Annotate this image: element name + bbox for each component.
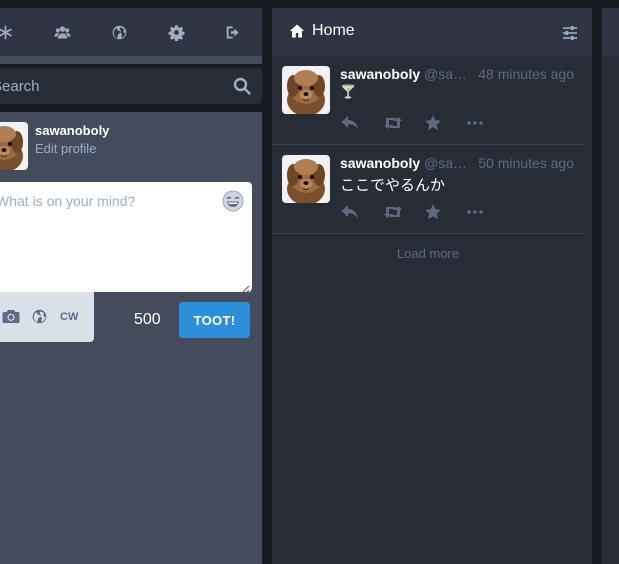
- compose-form: [0, 182, 252, 294]
- status-handle[interactable]: @sawanoboly: [424, 66, 472, 82]
- edit-profile-link[interactable]: Edit profile: [35, 141, 96, 156]
- users-icon[interactable]: [52, 22, 72, 42]
- avatar[interactable]: [282, 66, 330, 114]
- emoji-picker-icon[interactable]: [222, 190, 244, 212]
- search-bar: [0, 64, 262, 112]
- status-handle[interactable]: @sawanoboly: [424, 155, 472, 171]
- status-timestamp[interactable]: 48 minutes ago: [478, 66, 574, 82]
- more-options-ellipsis-icon[interactable]: [464, 203, 486, 221]
- sign-out-icon[interactable]: [223, 22, 243, 42]
- asterisk-icon[interactable]: [0, 22, 15, 42]
- column-settings-sliders-icon[interactable]: [561, 24, 579, 42]
- globe-icon[interactable]: [109, 22, 129, 42]
- left-nav-bar: [0, 8, 262, 56]
- content-warning-button[interactable]: CW: [60, 311, 78, 323]
- home-column-header[interactable]: Home: [272, 8, 592, 56]
- reply-icon[interactable]: [339, 203, 361, 221]
- toot-button[interactable]: TOOT!: [179, 302, 250, 338]
- favourite-star-icon[interactable]: [422, 203, 444, 221]
- status-display-name[interactable]: sawanoboly: [340, 66, 420, 82]
- favourite-star-icon[interactable]: [422, 114, 444, 132]
- gear-icon[interactable]: [166, 22, 186, 42]
- status-item[interactable]: sawanoboly @sawanoboly 50 minutes ago ここ…: [272, 145, 584, 234]
- next-column-partial: [602, 8, 619, 564]
- boost-icon[interactable]: [382, 114, 404, 132]
- character-counter: 500: [134, 311, 161, 328]
- status-content: 🍸: [340, 85, 357, 100]
- resize-grip-icon[interactable]: [241, 281, 250, 294]
- home-icon: [289, 23, 305, 39]
- more-options-ellipsis-icon[interactable]: [464, 114, 486, 132]
- boost-icon[interactable]: [382, 203, 404, 221]
- home-column: Home sawanoboly @sawanoboly 48 minutes a…: [272, 8, 592, 564]
- compose-toolbar: CW: [0, 292, 94, 342]
- column-title: Home: [312, 22, 355, 39]
- status-content: ここでやるんか: [340, 176, 446, 194]
- avatar[interactable]: [282, 155, 330, 203]
- privacy-globe-icon[interactable]: [31, 308, 48, 325]
- status-item[interactable]: sawanoboly @sawanoboly 48 minutes ago 🍸: [272, 56, 584, 145]
- search-input[interactable]: [0, 68, 262, 104]
- status-timestamp[interactable]: 50 minutes ago: [478, 155, 574, 171]
- status-actions: [340, 203, 520, 221]
- camera-icon[interactable]: [2, 308, 20, 324]
- avatar[interactable]: [0, 122, 28, 170]
- compose-column: sawanoboly Edit profile CW 500 TOOT!: [0, 8, 262, 564]
- next-column-header: [602, 8, 619, 56]
- status-display-name[interactable]: sawanoboly: [340, 155, 420, 171]
- status-actions: [340, 114, 520, 132]
- profile-username: sawanoboly: [35, 123, 110, 138]
- load-more-button[interactable]: Load more: [272, 246, 584, 261]
- compose-textarea[interactable]: [0, 182, 252, 292]
- reply-icon[interactable]: [339, 114, 361, 132]
- search-icon[interactable]: [233, 77, 251, 95]
